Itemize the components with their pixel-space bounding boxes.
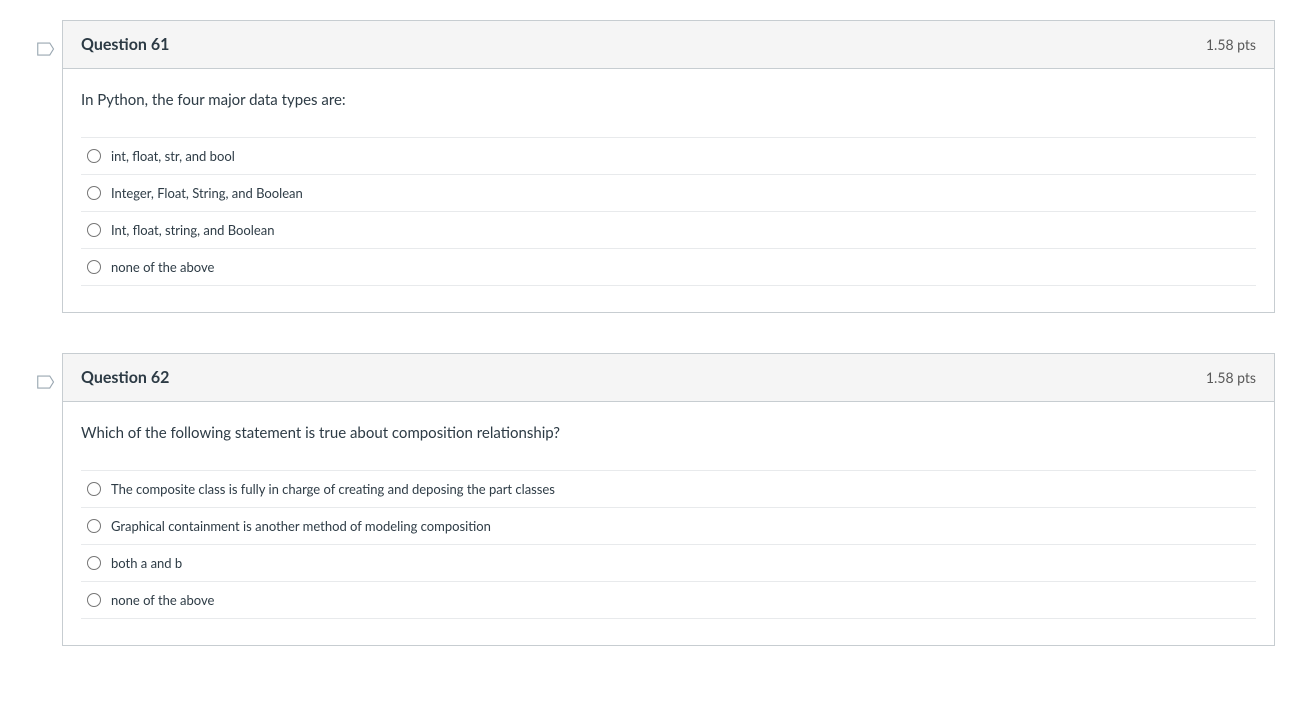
radio-input[interactable] xyxy=(87,519,101,533)
radio-input[interactable] xyxy=(87,260,101,274)
answer-list: The composite class is fully in charge o… xyxy=(81,470,1256,619)
question-header: Question 62 1.58 pts xyxy=(63,354,1274,402)
answer-label: Integer, Float, String, and Boolean xyxy=(111,185,303,201)
answer-label: Int, float, string, and Boolean xyxy=(111,222,274,238)
question-wrapper: Question 62 1.58 pts Which of the follow… xyxy=(30,353,1275,646)
radio-input[interactable] xyxy=(87,556,101,570)
answer-list: int, float, str, and bool Integer, Float… xyxy=(81,137,1256,286)
answer-label: none of the above xyxy=(111,259,214,275)
question-title: Question 62 xyxy=(81,368,169,387)
answer-label: int, float, str, and bool xyxy=(111,148,235,164)
answer-label: The composite class is fully in charge o… xyxy=(111,481,555,497)
answer-option[interactable]: none of the above xyxy=(81,248,1256,286)
flag-icon[interactable] xyxy=(37,42,55,59)
flag-icon[interactable] xyxy=(37,375,55,392)
answer-option[interactable]: int, float, str, and bool xyxy=(81,137,1256,174)
radio-input[interactable] xyxy=(87,149,101,163)
answer-label: Graphical containment is another method … xyxy=(111,518,491,534)
question-prompt: Which of the following statement is true… xyxy=(81,424,1256,442)
answer-option[interactable]: Integer, Float, String, and Boolean xyxy=(81,174,1256,211)
answer-label: both a and b xyxy=(111,555,182,571)
answer-option[interactable]: The composite class is fully in charge o… xyxy=(81,470,1256,507)
answer-option[interactable]: none of the above xyxy=(81,581,1256,619)
question-title: Question 61 xyxy=(81,35,169,54)
question-header: Question 61 1.58 pts xyxy=(63,21,1274,69)
question-box: Question 62 1.58 pts Which of the follow… xyxy=(62,353,1275,646)
answer-label: none of the above xyxy=(111,592,214,608)
question-body: In Python, the four major data types are… xyxy=(63,69,1274,312)
answer-option[interactable]: Int, float, string, and Boolean xyxy=(81,211,1256,248)
radio-input[interactable] xyxy=(87,223,101,237)
question-points: 1.58 pts xyxy=(1206,36,1256,53)
answer-option[interactable]: Graphical containment is another method … xyxy=(81,507,1256,544)
question-wrapper: Question 61 1.58 pts In Python, the four… xyxy=(30,20,1275,313)
flag-column xyxy=(30,353,62,392)
question-points: 1.58 pts xyxy=(1206,369,1256,386)
flag-column xyxy=(30,20,62,59)
radio-input[interactable] xyxy=(87,482,101,496)
radio-input[interactable] xyxy=(87,186,101,200)
answer-option[interactable]: both a and b xyxy=(81,544,1256,581)
question-box: Question 61 1.58 pts In Python, the four… xyxy=(62,20,1275,313)
question-prompt: In Python, the four major data types are… xyxy=(81,91,1256,109)
radio-input[interactable] xyxy=(87,593,101,607)
question-body: Which of the following statement is true… xyxy=(63,402,1274,645)
